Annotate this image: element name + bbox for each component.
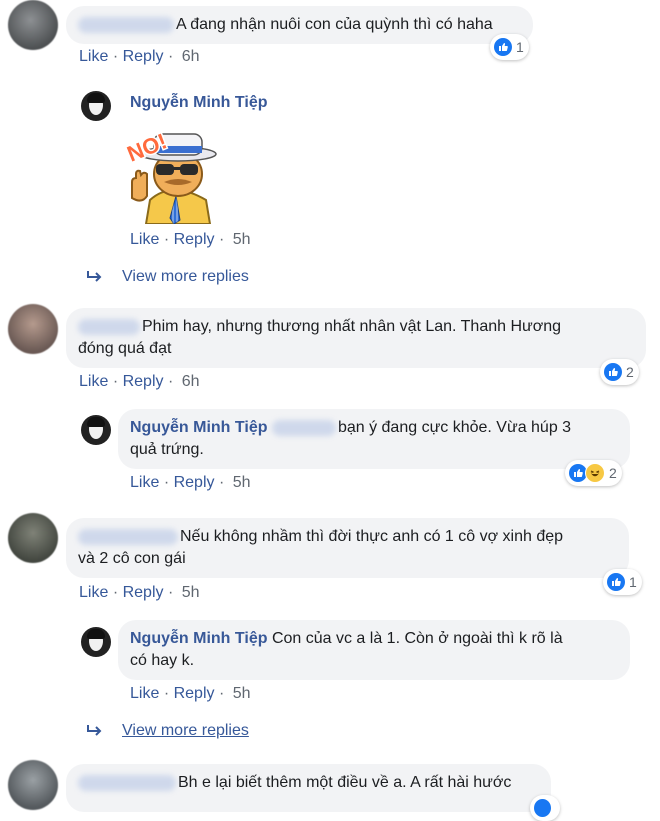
comment-actions: Like · Reply · 5h <box>130 685 251 703</box>
separator: · <box>218 474 225 491</box>
comment-text-line-2: quả trứng. <box>130 441 204 458</box>
like-reaction-icon <box>604 363 622 381</box>
timestamp[interactable]: 5h <box>233 685 251 702</box>
timestamp[interactable]: 6h <box>182 48 200 65</box>
comment-text: A đang nhận nuôi con của quỳnh thì có ha… <box>176 16 493 33</box>
separator: · <box>163 474 170 491</box>
separator: · <box>163 685 170 702</box>
comment-actions: Like · Reply · 5h <box>79 584 200 602</box>
view-more-label: View more replies <box>122 268 249 285</box>
author-avatar[interactable] <box>81 91 111 121</box>
like-link[interactable]: Like <box>130 474 159 491</box>
timestamp[interactable]: 5h <box>233 474 251 491</box>
comment-text-line-1: Phim hay, nhưng thương nhất nhân vật Lan… <box>142 318 562 335</box>
reaction-count[interactable]: 1 <box>603 569 642 595</box>
comment-text-line-1: Nếu không nhầm thì đời thực anh có 1 cô … <box>180 528 564 545</box>
timestamp[interactable]: 6h <box>182 373 200 390</box>
separator: · <box>112 584 119 601</box>
reaction-count[interactable] <box>530 795 560 821</box>
comment-text-line-1: bạn ý đang cực khỏe. Vừa húp 3 <box>337 419 572 436</box>
commenter-avatar[interactable] <box>8 513 58 563</box>
view-more-replies-link[interactable]: View more replies <box>86 268 249 286</box>
comment-bubble: Bh e lại biết thêm một điều về a. A rất … <box>66 764 551 812</box>
commenter-avatar[interactable] <box>8 304 58 354</box>
separator: · <box>112 373 119 390</box>
reaction-count[interactable]: 2 <box>600 359 639 385</box>
comment-actions: Like · Reply · 5h <box>130 474 251 492</box>
author-name[interactable]: Nguyễn Minh Tiệp <box>130 94 267 112</box>
comment-text-line-2: và 2 cô con gái <box>78 550 186 567</box>
reply-link[interactable]: Reply <box>174 685 215 702</box>
author-avatar[interactable] <box>81 627 111 657</box>
comment-bubble: Phim hay, nhưng thương nhất nhân vật Lan… <box>66 308 646 368</box>
view-more-replies-link[interactable]: View more replies <box>86 722 249 740</box>
reaction-number: 2 <box>626 364 634 380</box>
blurred-author-name[interactable] <box>78 318 140 335</box>
blurred-author-name[interactable] <box>78 528 178 545</box>
like-reaction-icon <box>494 38 512 56</box>
comment-text-line-1: Con của vc a là 1. Còn ở ngoài thì k rõ … <box>271 630 563 647</box>
author-name[interactable]: Nguyễn Minh Tiệp <box>130 419 267 436</box>
like-link[interactable]: Like <box>130 231 159 248</box>
separator: · <box>167 373 174 390</box>
like-reaction-icon <box>534 799 551 817</box>
comment-text: Bh e lại biết thêm một điều về a. A rất … <box>178 774 512 791</box>
view-more-label: View more replies <box>122 722 249 739</box>
author-avatar[interactable] <box>81 415 111 445</box>
reply-link[interactable]: Reply <box>123 48 164 65</box>
like-link[interactable]: Like <box>130 685 159 702</box>
comment-actions: Like · Reply · 5h <box>130 231 251 249</box>
comment-bubble: Nếu không nhầm thì đời thực anh có 1 cô … <box>66 518 629 578</box>
no-man-sticker: NO! <box>116 118 228 225</box>
comment-bubble: A đang nhận nuôi con của quỳnh thì có ha… <box>66 6 533 44</box>
blurred-author-name[interactable] <box>78 774 176 791</box>
reply-bubble: Nguyễn Minh Tiệp Con của vc a là 1. Còn … <box>118 620 630 680</box>
reaction-number: 1 <box>629 574 637 590</box>
separator: · <box>167 48 174 65</box>
comment-text-line-2: có hay k. <box>130 652 195 669</box>
reply-arrow-icon <box>87 271 102 282</box>
reaction-number: 2 <box>609 465 617 481</box>
comment-actions: Like · Reply · 6h <box>79 48 200 66</box>
separator: · <box>163 231 170 248</box>
reply-link[interactable]: Reply <box>174 231 215 248</box>
reaction-number: 1 <box>516 39 524 55</box>
reply-arrow-icon <box>87 725 102 736</box>
like-link[interactable]: Like <box>79 48 108 65</box>
haha-reaction-icon <box>585 463 605 483</box>
reply-link[interactable]: Reply <box>123 373 164 390</box>
reaction-count[interactable]: 1 <box>490 34 529 60</box>
like-reaction-icon <box>607 573 625 591</box>
reply-bubble: Nguyễn Minh Tiệp bạn ý đang cực khỏe. Vừ… <box>118 409 630 469</box>
reaction-count[interactable]: 2 <box>565 460 622 486</box>
timestamp[interactable]: 5h <box>182 584 200 601</box>
separator: · <box>112 48 119 65</box>
separator: · <box>218 685 225 702</box>
blurred-author-name[interactable] <box>78 16 174 33</box>
reply-link[interactable]: Reply <box>123 584 164 601</box>
comment-text-line-2: đóng quá đạt <box>78 340 172 357</box>
blurred-mention[interactable] <box>271 419 336 436</box>
reply-link[interactable]: Reply <box>174 474 215 491</box>
commenter-avatar[interactable] <box>8 0 58 50</box>
separator: · <box>218 231 225 248</box>
like-link[interactable]: Like <box>79 373 108 390</box>
separator: · <box>167 584 174 601</box>
like-link[interactable]: Like <box>79 584 108 601</box>
comment-actions: Like · Reply · 6h <box>79 373 200 391</box>
commenter-avatar[interactable] <box>8 760 58 810</box>
author-name[interactable]: Nguyễn Minh Tiệp <box>130 630 267 647</box>
timestamp[interactable]: 5h <box>233 231 251 248</box>
